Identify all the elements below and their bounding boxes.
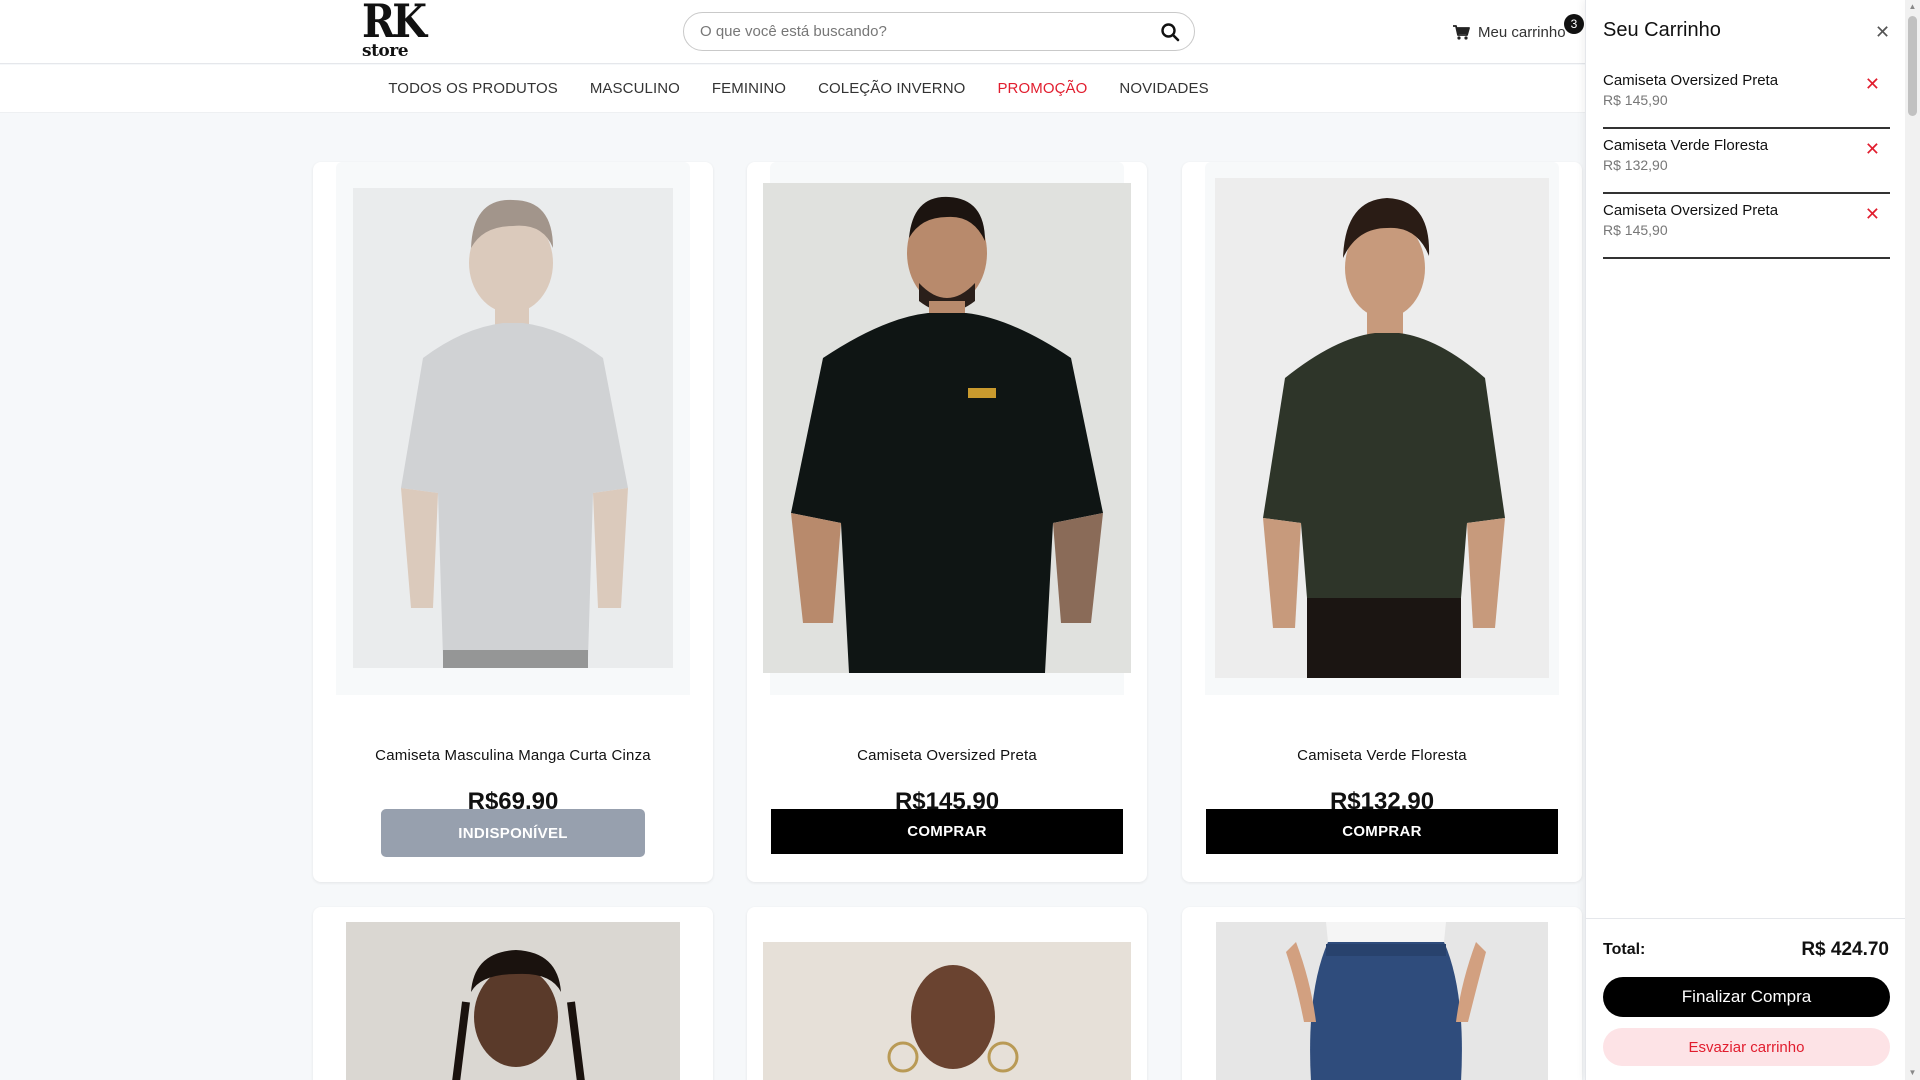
scroll-down-icon[interactable]: ▼ — [1908, 1068, 1917, 1078]
nav-item-todos-os-produtos[interactable]: TODOS OS PRODUTOS — [388, 80, 558, 97]
product-image[interactable] — [1216, 922, 1548, 1080]
nav-item-novidades[interactable]: NOVIDADES — [1119, 80, 1208, 97]
nav-item-colecao-inverno[interactable]: COLEÇÃO INVERNO — [818, 80, 965, 97]
product-image[interactable] — [353, 188, 673, 668]
product-photo-gray-tee — [353, 188, 673, 668]
cart-item-name: Camiseta Oversized Preta — [1603, 72, 1779, 89]
cart-item: Camiseta Oversized Preta R$ 145,90 ✕ — [1603, 194, 1890, 259]
product-card: Camiseta Masculina Manga Curta Cinza R$6… — [313, 162, 713, 882]
unavailable-button: INDISPONÍVEL — [381, 809, 645, 857]
product-card: Camiseta Oversized Preta R$145,90 COMPRA… — [747, 162, 1147, 882]
cart-panel: Seu Carrinho ✕ Camiseta Oversized Preta … — [1585, 0, 1906, 1080]
logo-main-text: RK — [362, 0, 427, 49]
product-title[interactable]: Camiseta Oversized Preta — [747, 747, 1147, 764]
product-image[interactable] — [346, 922, 680, 1080]
product-photo-model — [346, 922, 680, 1080]
product-image[interactable] — [763, 183, 1131, 673]
store-logo[interactable]: RK store — [362, 0, 427, 61]
product-card — [1182, 907, 1582, 1080]
cart-item-price: R$ 132,90 — [1603, 157, 1668, 173]
product-photo-forest-green-tee — [1215, 178, 1549, 678]
product-title[interactable]: Camiseta Masculina Manga Curta Cinza — [313, 747, 713, 764]
checkout-button[interactable]: Finalizar Compra — [1603, 977, 1890, 1017]
nav-item-feminino[interactable]: FEMININO — [712, 80, 786, 97]
cart-item-price: R$ 145,90 — [1603, 92, 1668, 108]
cart-icon — [1453, 24, 1470, 40]
cart-item: Camiseta Oversized Preta R$ 145,90 ✕ — [1603, 64, 1890, 129]
product-title[interactable]: Camiseta Verde Floresta — [1182, 747, 1582, 764]
product-card — [313, 907, 713, 1080]
cart-panel-title: Seu Carrinho — [1603, 19, 1721, 41]
product-card — [747, 907, 1147, 1080]
nav-item-promocao[interactable]: PROMOÇÃO — [997, 80, 1087, 97]
scroll-thumb[interactable] — [1908, 16, 1917, 116]
empty-cart-button[interactable]: Esvaziar carrinho — [1603, 1028, 1890, 1066]
page-scrollbar[interactable]: ▲ ▼ — [1905, 0, 1920, 1080]
cart-count-badge: 3 — [1564, 14, 1584, 34]
search-bar — [683, 12, 1195, 51]
buy-button[interactable]: COMPRAR — [771, 809, 1123, 854]
scroll-up-icon[interactable]: ▲ — [1908, 2, 1917, 12]
remove-item-icon[interactable]: ✕ — [1865, 204, 1880, 225]
product-image[interactable] — [763, 942, 1131, 1080]
cart-total-value: R$ 424.70 — [1801, 939, 1889, 960]
nav-item-masculino[interactable]: MASCULINO — [590, 80, 680, 97]
product-photo-model — [763, 942, 1131, 1080]
product-photo-jeans — [1216, 922, 1548, 1080]
product-card: Camiseta Verde Floresta R$132,90 COMPRAR — [1182, 162, 1582, 882]
remove-item-icon[interactable]: ✕ — [1865, 139, 1880, 160]
cart-link[interactable]: Meu carrinho — [1453, 20, 1566, 44]
buy-button[interactable]: COMPRAR — [1206, 809, 1558, 854]
product-image[interactable] — [1215, 178, 1549, 678]
remove-item-icon[interactable]: ✕ — [1865, 74, 1880, 95]
cart-item-name: Camiseta Verde Floresta — [1603, 137, 1769, 154]
close-icon[interactable]: ✕ — [1875, 22, 1890, 43]
cart-link-label: Meu carrinho — [1478, 23, 1566, 41]
cart-item-price: R$ 145,90 — [1603, 222, 1668, 238]
site-header: RK store Meu carrinho 3 — [0, 0, 1585, 64]
search-input[interactable] — [700, 13, 1140, 50]
search-icon[interactable] — [1160, 22, 1180, 42]
main-nav: TODOS OS PRODUTOS MASCULINO FEMININO COL… — [0, 65, 1585, 113]
cart-total-label: Total: — [1603, 941, 1646, 958]
cart-item: Camiseta Verde Floresta R$ 132,90 ✕ — [1603, 129, 1890, 194]
product-photo-black-oversized-tee — [763, 183, 1131, 673]
cart-footer: Total: R$ 424.70 Finalizar Compra Esvazi… — [1586, 918, 1906, 1080]
cart-item-name: Camiseta Oversized Preta — [1603, 202, 1779, 219]
